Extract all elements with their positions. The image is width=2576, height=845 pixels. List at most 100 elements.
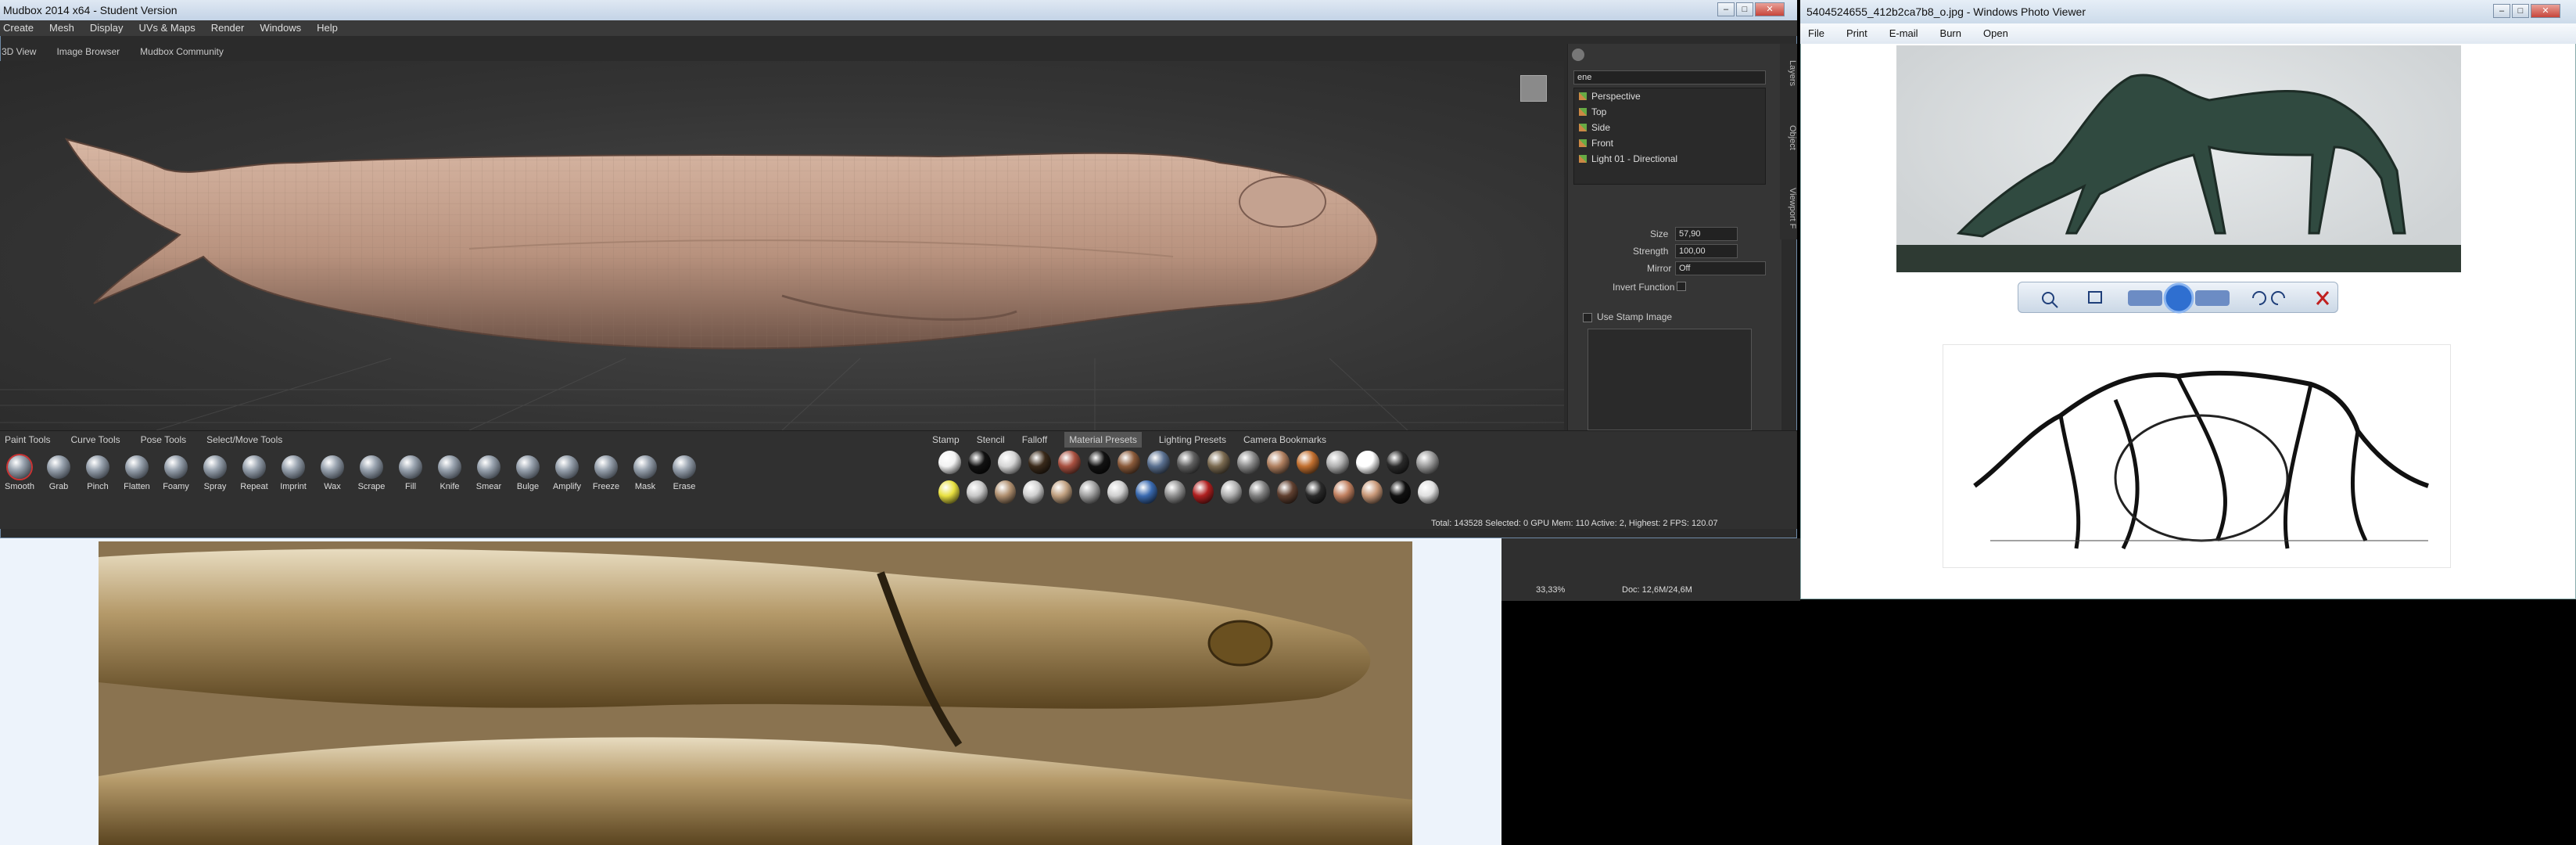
material-swatch[interactable]: [1326, 451, 1350, 474]
tool-grab[interactable]: Grab: [42, 455, 75, 491]
menu-print[interactable]: Print: [1846, 23, 1867, 44]
menu-file[interactable]: File: [1808, 23, 1824, 44]
material-swatch[interactable]: [1164, 480, 1186, 504]
material-swatch[interactable]: [1297, 451, 1320, 474]
mirror-select[interactable]: Off: [1675, 261, 1766, 275]
material-swatch[interactable]: [1386, 451, 1409, 474]
material-swatch[interactable]: [1266, 451, 1290, 474]
material-swatch[interactable]: [1147, 451, 1171, 474]
tab-stencil[interactable]: Stencil: [977, 432, 1005, 448]
tab-viewport-filters[interactable]: Viewport F: [1780, 177, 1797, 239]
material-swatch[interactable]: [1333, 480, 1354, 504]
close-icon[interactable]: ✕: [1755, 2, 1785, 16]
rotate-right-icon[interactable]: [2272, 287, 2292, 309]
material-swatch[interactable]: [938, 451, 962, 474]
tab-object-list[interactable]: Object: [1780, 106, 1797, 169]
material-swatch[interactable]: [1136, 480, 1157, 504]
view-cube[interactable]: [1520, 75, 1547, 102]
previous-icon[interactable]: [2128, 287, 2162, 309]
list-item[interactable]: Light 01 - Directional: [1574, 151, 1765, 167]
material-swatch[interactable]: [1415, 451, 1439, 474]
tool-wax[interactable]: Wax: [316, 455, 349, 491]
panel-help-icon[interactable]: [1572, 49, 1584, 61]
tool-amplify[interactable]: Amplify: [551, 455, 583, 491]
tool-pinch[interactable]: Pinch: [81, 455, 114, 491]
close-icon[interactable]: ✕: [2531, 4, 2560, 18]
zoom-icon[interactable]: [2037, 287, 2061, 309]
list-item[interactable]: Front: [1574, 135, 1765, 151]
tool-bulge[interactable]: Bulge: [511, 455, 544, 491]
tab-curve-tools[interactable]: Curve Tools: [70, 432, 120, 448]
delete-icon[interactable]: [2312, 287, 2333, 309]
tool-fill[interactable]: Fill: [394, 455, 427, 491]
material-swatch[interactable]: [1236, 451, 1260, 474]
tool-foamy[interactable]: Foamy: [160, 455, 192, 491]
tool-freeze[interactable]: Freeze: [590, 455, 622, 491]
material-swatch[interactable]: [998, 451, 1021, 474]
material-swatch[interactable]: [1304, 480, 1326, 504]
menu-render[interactable]: Render: [211, 20, 245, 36]
material-swatch[interactable]: [1023, 480, 1045, 504]
list-item[interactable]: Perspective: [1574, 88, 1765, 104]
invert-function-checkbox[interactable]: [1677, 282, 1686, 291]
material-swatch[interactable]: [1118, 451, 1141, 474]
material-swatch[interactable]: [1248, 480, 1270, 504]
material-swatch[interactable]: [1107, 480, 1129, 504]
actual-size-icon[interactable]: [2086, 287, 2106, 309]
material-swatch[interactable]: [1418, 480, 1440, 504]
tool-repeat[interactable]: Repeat: [238, 455, 271, 491]
material-swatch[interactable]: [1079, 480, 1101, 504]
tool-imprint[interactable]: Imprint: [277, 455, 310, 491]
material-swatch[interactable]: [1276, 480, 1298, 504]
tab-stamp[interactable]: Stamp: [932, 432, 960, 448]
tab-paint-tools[interactable]: Paint Tools: [5, 432, 50, 448]
minimize-icon[interactable]: –: [1717, 2, 1735, 16]
3d-viewport[interactable]: [0, 61, 1564, 431]
tool-spray[interactable]: Spray: [199, 455, 231, 491]
menu-burn[interactable]: Burn: [1940, 23, 1961, 44]
tab-camera-bookmarks[interactable]: Camera Bookmarks: [1243, 432, 1326, 448]
material-swatch[interactable]: [1356, 451, 1379, 474]
menu-display[interactable]: Display: [90, 20, 124, 36]
material-swatch[interactable]: [1051, 480, 1073, 504]
material-swatch[interactable]: [938, 480, 960, 504]
material-swatch[interactable]: [968, 451, 992, 474]
tab-mudbox-community[interactable]: Mudbox Community: [140, 44, 224, 59]
list-item[interactable]: Side: [1574, 120, 1765, 135]
tab-image-browser[interactable]: Image Browser: [56, 44, 120, 59]
material-swatch[interactable]: [1177, 451, 1200, 474]
menu-help[interactable]: Help: [317, 20, 338, 36]
tab-pose-tools[interactable]: Pose Tools: [141, 432, 186, 448]
tool-smear[interactable]: Smear: [472, 455, 505, 491]
tool-smooth[interactable]: Smooth: [3, 455, 36, 491]
tab-layers[interactable]: Layers: [1780, 50, 1797, 97]
material-swatch[interactable]: [1390, 480, 1412, 504]
maximize-icon[interactable]: □: [2512, 4, 2529, 18]
menu-uvs-maps[interactable]: UVs & Maps: [138, 20, 195, 36]
use-stamp-checkbox[interactable]: [1583, 313, 1592, 322]
tool-mask[interactable]: Mask: [629, 455, 662, 491]
menu-open[interactable]: Open: [1983, 23, 2008, 44]
tab-falloff[interactable]: Falloff: [1022, 432, 1047, 448]
size-field[interactable]: 57,90: [1675, 227, 1738, 241]
material-swatch[interactable]: [1220, 480, 1242, 504]
material-swatch[interactable]: [1207, 451, 1230, 474]
tab-lighting-presets[interactable]: Lighting Presets: [1159, 432, 1226, 448]
material-swatch[interactable]: [1087, 451, 1111, 474]
zoom-level[interactable]: 33,33%: [1536, 585, 1565, 595]
stamp-preview-box[interactable]: [1588, 329, 1752, 430]
maximize-icon[interactable]: □: [1736, 2, 1753, 16]
material-swatch[interactable]: [1028, 451, 1051, 474]
tab-3d-view[interactable]: 3D View: [2, 44, 36, 59]
slideshow-icon[interactable]: [2165, 284, 2193, 312]
list-item[interactable]: Top: [1574, 104, 1765, 120]
material-swatch[interactable]: [1192, 480, 1214, 504]
photo-viewer-title-bar[interactable]: 5404524655_412b2ca7b8_o.jpg - Windows Ph…: [1800, 0, 2576, 23]
menu-mesh[interactable]: Mesh: [49, 20, 74, 36]
material-swatch[interactable]: [995, 480, 1017, 504]
menu-create[interactable]: Create: [3, 20, 34, 36]
tab-material-presets[interactable]: Material Presets: [1064, 432, 1142, 448]
minimize-icon[interactable]: –: [2493, 4, 2510, 18]
tool-flatten[interactable]: Flatten: [120, 455, 153, 491]
next-icon[interactable]: [2195, 287, 2230, 309]
